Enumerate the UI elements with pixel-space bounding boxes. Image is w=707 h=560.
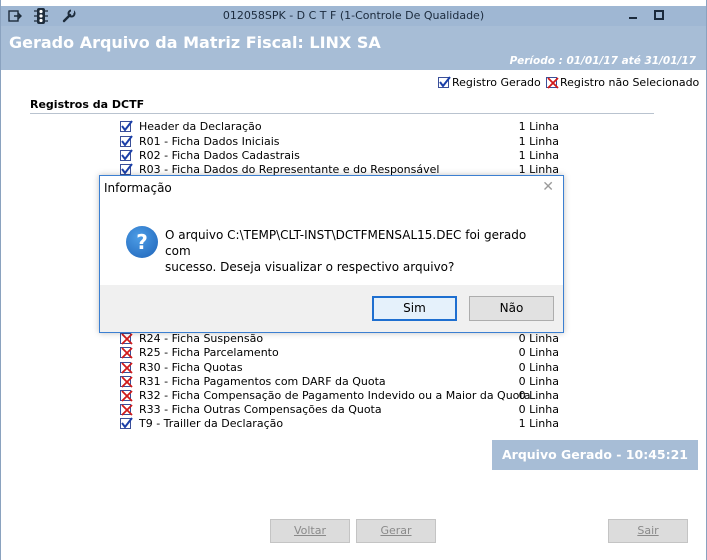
legend-not-selected: Registro não Selecionado: [546, 76, 699, 89]
crossed-checkbox-icon[interactable]: [120, 390, 133, 402]
restore-button[interactable]: [652, 9, 666, 23]
crossed-checkbox-icon[interactable]: [120, 376, 133, 388]
list-item[interactable]: R24 - Ficha Suspensão 0 Linha: [120, 332, 565, 346]
list-item[interactable]: R30 - Ficha Quotas 0 Linha: [120, 361, 565, 375]
record-count: 1 Linha: [518, 149, 559, 162]
close-icon[interactable]: ✕: [542, 179, 554, 195]
checked-checkbox-icon[interactable]: [120, 149, 133, 161]
record-count: 1 Linha: [518, 135, 559, 148]
section-divider: [30, 113, 654, 114]
record-count: 1 Linha: [518, 120, 559, 133]
gerar-button[interactable]: Gerar: [356, 519, 436, 543]
question-icon: ?: [126, 226, 158, 258]
sair-button[interactable]: Sair: [608, 519, 688, 543]
record-label: R25 - Ficha Parcelamento: [139, 346, 279, 359]
yes-button[interactable]: Sim: [372, 296, 457, 321]
legend-generated-label: Registro Gerado: [452, 76, 541, 89]
record-count: 0 Linha: [518, 389, 559, 402]
no-button[interactable]: Não: [469, 296, 554, 321]
legend-not-selected-label: Registro não Selecionado: [560, 76, 700, 89]
crossed-checkbox-icon[interactable]: [120, 404, 133, 416]
record-label: Header da Declaração: [139, 120, 262, 133]
main-window: 012058SPK - D C T F (1-Controle De Quali…: [0, 0, 707, 560]
record-count: 1 Linha: [518, 417, 559, 430]
title-bar: 012058SPK - D C T F (1-Controle De Quali…: [1, 6, 706, 26]
record-label: R30 - Ficha Quotas: [139, 361, 243, 374]
crossed-checkbox-icon[interactable]: [120, 347, 133, 359]
record-count: 0 Linha: [518, 403, 559, 416]
list-item[interactable]: R32 - Ficha Compensação de Pagamento Ind…: [120, 389, 565, 403]
list-item[interactable]: R31 - Ficha Pagamentos com DARF da Quota…: [120, 375, 565, 389]
checked-checkbox-icon[interactable]: [120, 417, 133, 429]
section-title: Registros da DCTF: [30, 98, 145, 111]
legend-generated: Registro Gerado: [438, 76, 541, 89]
period-label: Período : 01/01/17 até 31/01/17: [509, 55, 696, 67]
crossed-checkbox-icon: [546, 77, 559, 89]
dialog-title: Informação: [104, 181, 172, 195]
list-item[interactable]: R25 - Ficha Parcelamento 0 Linha: [120, 346, 565, 360]
info-dialog: Informação ✕ ? O arquivo C:\TEMP\CLT-INS…: [99, 175, 564, 333]
voltar-button[interactable]: Voltar: [270, 519, 350, 543]
minimize-button[interactable]: [626, 9, 640, 23]
dialog-message: O arquivo C:\TEMP\CLT-INST\DCTFMENSAL15.…: [165, 227, 545, 275]
list-item[interactable]: Header da Declaração 1 Linha: [120, 120, 565, 134]
record-label: R31 - Ficha Pagamentos com DARF da Quota: [139, 375, 386, 388]
crossed-checkbox-icon[interactable]: [120, 333, 133, 345]
checked-checkbox-icon[interactable]: [120, 163, 133, 175]
dialog-message-line: O arquivo C:\TEMP\CLT-INST\DCTFMENSAL15.…: [165, 228, 527, 258]
record-count: 0 Linha: [518, 361, 559, 374]
checked-checkbox-icon[interactable]: [120, 135, 133, 147]
record-label: T9 - Trailler da Declaração: [139, 417, 284, 430]
crossed-checkbox-icon[interactable]: [120, 362, 133, 374]
record-count: 0 Linha: [518, 332, 559, 345]
record-label: R01 - Ficha Dados Iniciais: [139, 135, 280, 148]
checked-checkbox-icon[interactable]: [120, 120, 133, 132]
list-item[interactable]: R33 - Ficha Outras Compensações da Quota…: [120, 403, 565, 417]
list-item[interactable]: R01 - Ficha Dados Iniciais 1 Linha: [120, 135, 565, 149]
page-title: Gerado Arquivo da Matriz Fiscal: LINX SA: [9, 33, 381, 52]
record-label: R33 - Ficha Outras Compensações da Quota: [139, 403, 382, 416]
record-label: R24 - Ficha Suspensão: [139, 332, 264, 345]
record-count: 0 Linha: [518, 346, 559, 359]
list-item[interactable]: R02 - Ficha Dados Cadastrais 1 Linha: [120, 149, 565, 163]
checked-checkbox-icon: [438, 76, 451, 88]
page-header: Gerado Arquivo da Matriz Fiscal: LINX SA…: [1, 26, 706, 70]
record-label: R02 - Ficha Dados Cadastrais: [139, 149, 300, 162]
record-label: R32 - Ficha Compensação de Pagamento Ind…: [139, 389, 531, 402]
dialog-message-line: sucesso. Deseja visualizar o respectivo …: [165, 260, 455, 274]
record-count: 0 Linha: [518, 375, 559, 388]
list-item[interactable]: T9 - Trailler da Declaração 1 Linha: [120, 417, 565, 431]
window-title: 012058SPK - D C T F (1-Controle De Quali…: [222, 9, 485, 22]
status-banner: Arquivo Gerado - 10:45:21: [492, 440, 698, 470]
